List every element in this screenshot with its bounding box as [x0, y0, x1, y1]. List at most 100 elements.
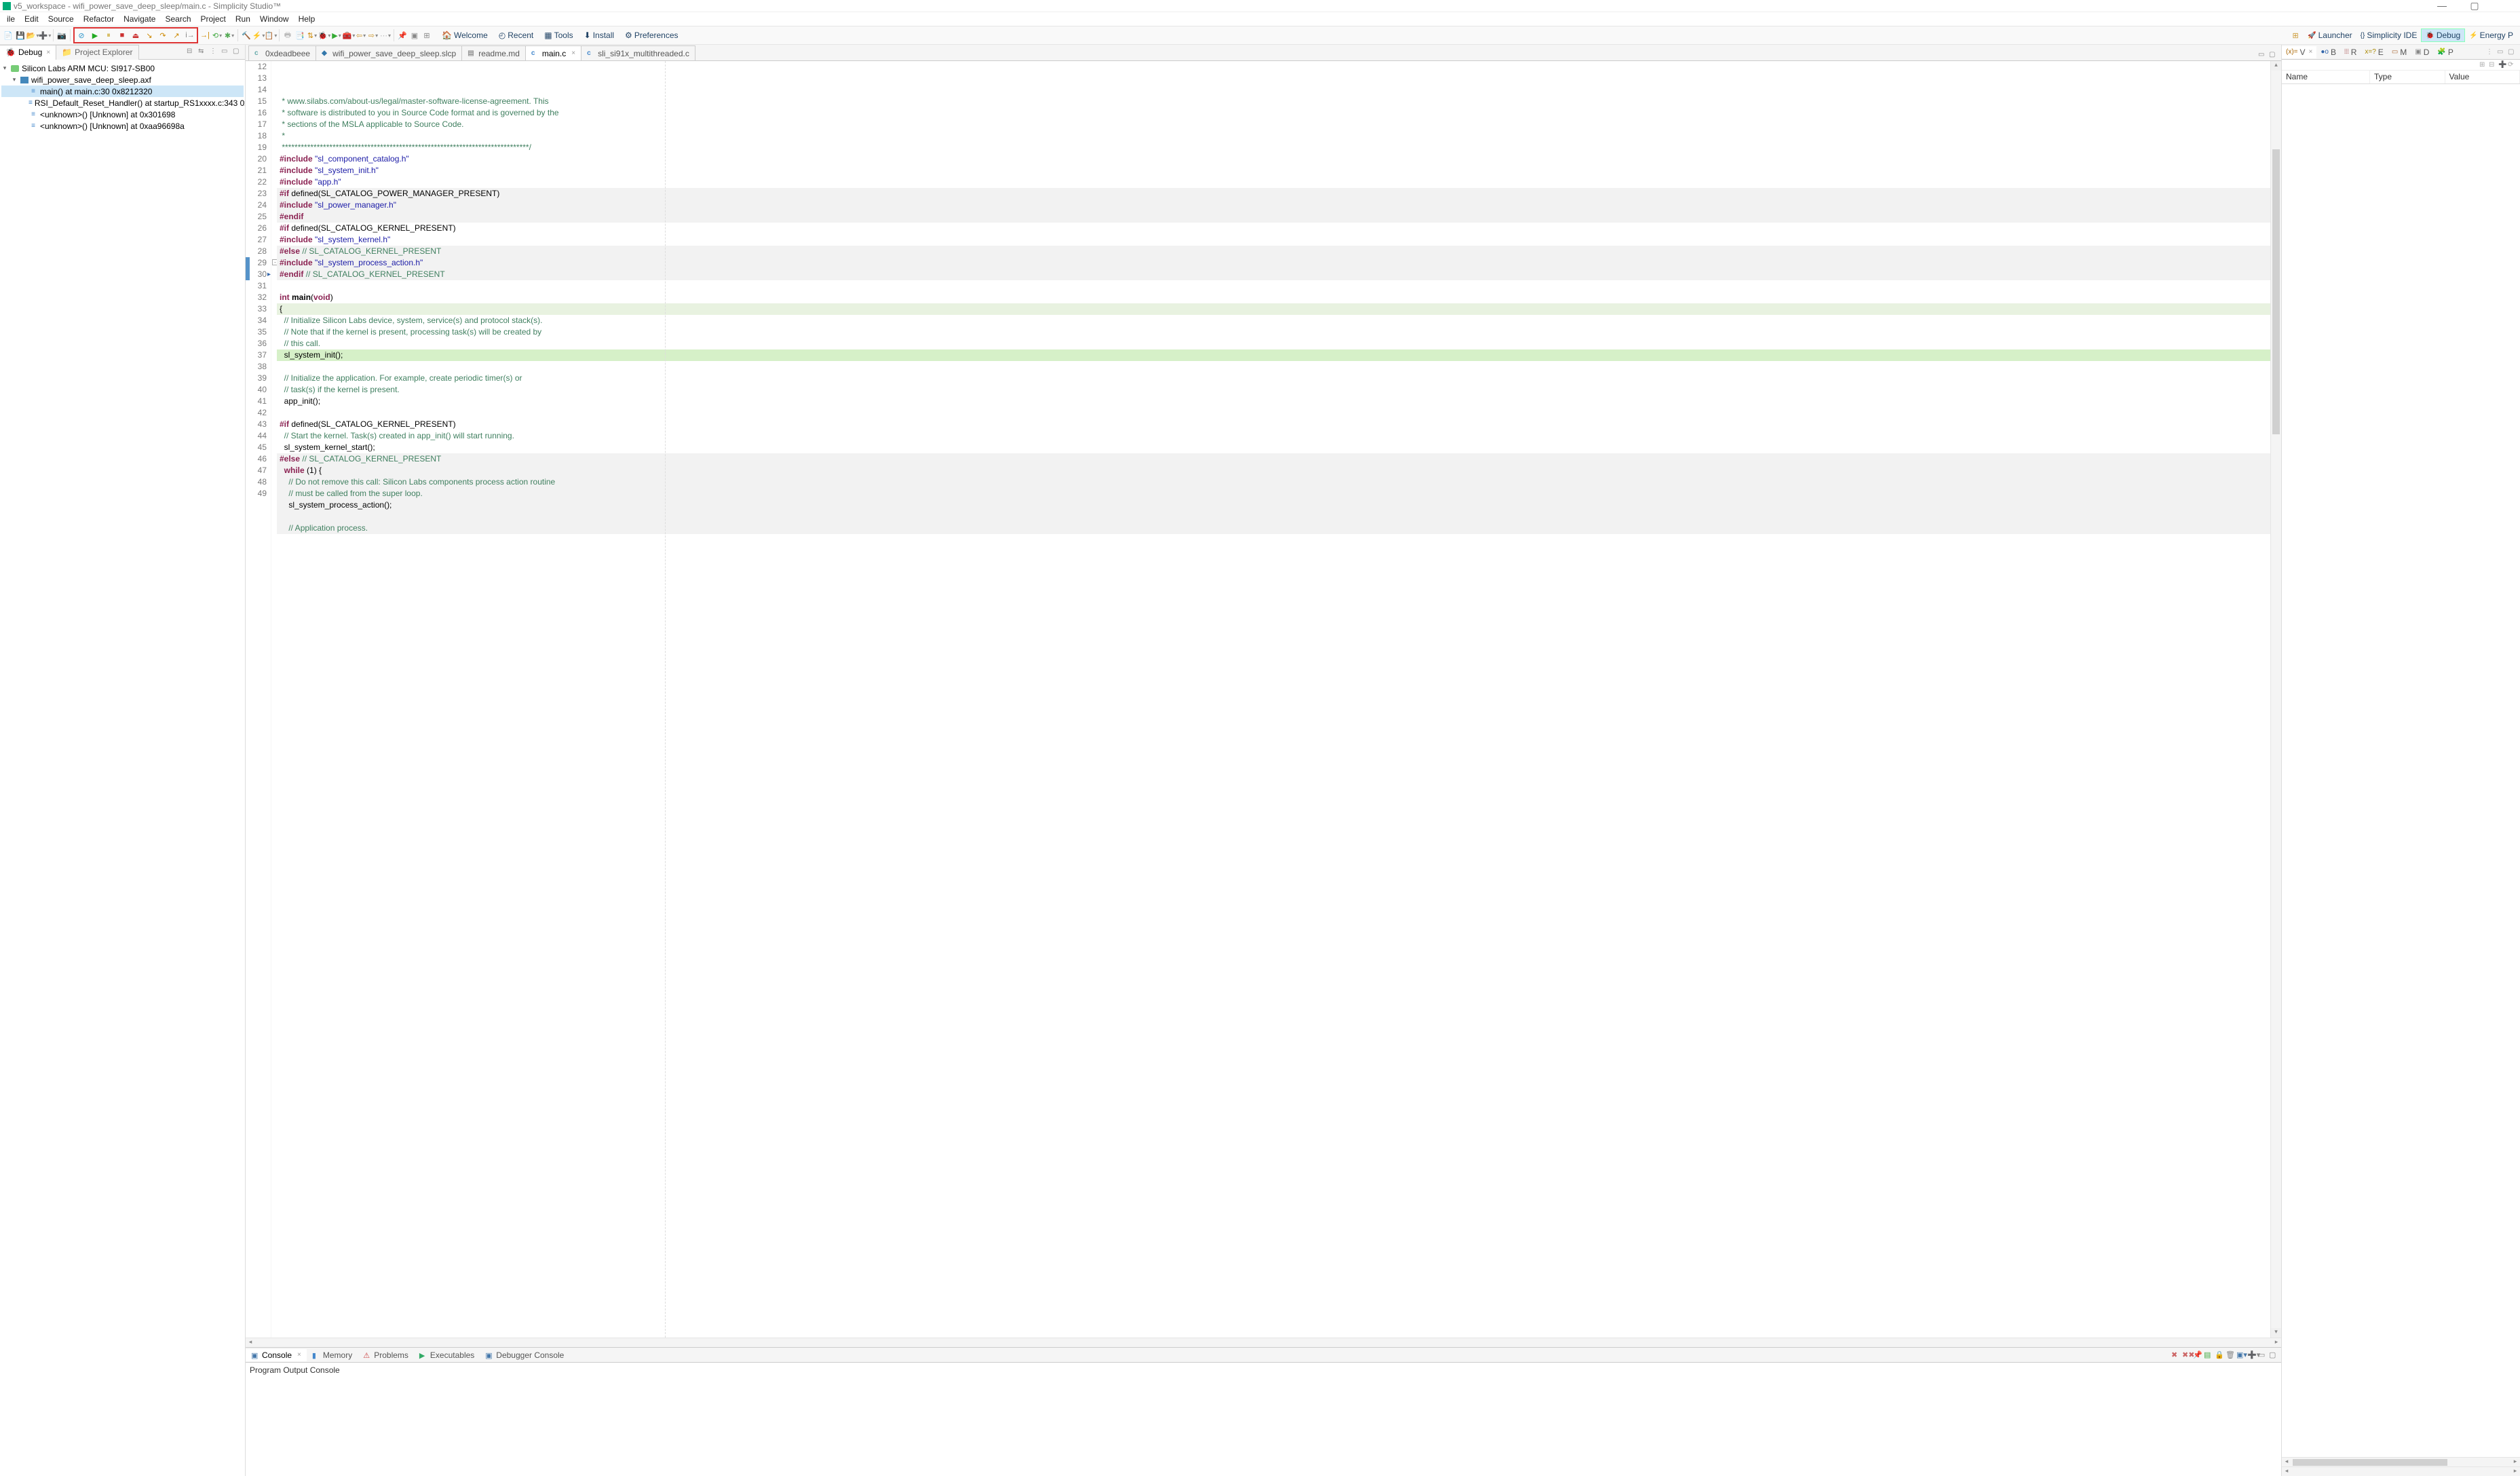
- code-line-31[interactable]: // Initialize Silicon Labs device, syste…: [277, 315, 2270, 326]
- editor-tab-wifi-power-save-deep-sleep-slcp[interactable]: ◆wifi_power_save_deep_sleep.slcp: [316, 45, 462, 60]
- code-line-35[interactable]: [277, 361, 2270, 373]
- quicklink-welcome[interactable]: 🏠Welcome: [438, 29, 492, 41]
- code-line-28[interactable]: [277, 280, 2270, 292]
- target-label[interactable]: Silicon Labs ARM MCU: SI917-SB00: [22, 64, 155, 73]
- clear-icon[interactable]: 🗑: [2226, 1350, 2235, 1360]
- scroll-down-icon[interactable]: ▾: [2271, 1328, 2281, 1338]
- last-edit-dropdown[interactable]: ⋯: [380, 30, 391, 41]
- right-tab-b[interactable]: ●oB: [2316, 46, 2340, 58]
- code-line-45[interactable]: // Do not remove this call: Silicon Labs…: [277, 476, 2270, 488]
- new-icon[interactable]: 📄: [3, 30, 14, 41]
- code-line-38[interactable]: app_init();: [277, 396, 2270, 407]
- expand-icon[interactable]: ▾: [1, 64, 8, 72]
- code-line-19[interactable]: #include "app.h": [277, 176, 2270, 188]
- menu-ile[interactable]: ile: [3, 13, 19, 25]
- remove-all-icon[interactable]: ✖✖: [2182, 1350, 2192, 1360]
- menu-refactor[interactable]: Refactor: [79, 13, 118, 25]
- scroll-right-icon[interactable]: ▸: [2511, 1467, 2520, 1476]
- scrollbar-thumb[interactable]: [2272, 149, 2280, 434]
- debug-dropdown[interactable]: 🐞: [319, 30, 330, 41]
- build-icon[interactable]: 🔨: [241, 30, 252, 41]
- open-perspective-icon[interactable]: ⊞: [2290, 30, 2301, 41]
- disconnect-icon[interactable]: ⏏: [130, 30, 141, 41]
- minimize-bottom-icon[interactable]: ▭: [2258, 1350, 2268, 1360]
- code-line-37[interactable]: // task(s) if the kernel is present.: [277, 384, 2270, 396]
- collapse-icon[interactable]: ⊟: [187, 48, 196, 57]
- code-line-39[interactable]: [277, 407, 2270, 419]
- expand-icon[interactable]: ▾: [11, 76, 18, 83]
- camera-icon[interactable]: 📷: [56, 30, 67, 41]
- horizontal-scrollbar[interactable]: ◂ ▸: [246, 1338, 2281, 1347]
- scroll-lock-icon[interactable]: 🔒: [2215, 1350, 2224, 1360]
- profile-dropdown[interactable]: ✱: [224, 30, 235, 41]
- step-over-icon[interactable]: ↷: [157, 30, 168, 41]
- minimize-editor-icon[interactable]: ▭: [2258, 51, 2268, 60]
- scroll-up-icon[interactable]: ▴: [2271, 61, 2281, 71]
- bottom-tab-executables[interactable]: ▶Executables: [414, 1349, 480, 1361]
- perspective-launcher[interactable]: 🚀Launcher: [2304, 29, 2356, 42]
- open-console-dropdown[interactable]: ▣▾: [2236, 1350, 2246, 1360]
- scroll-right-icon[interactable]: ▸: [2272, 1338, 2281, 1347]
- step-into-icon[interactable]: ↘: [144, 30, 155, 41]
- nav-dropdown[interactable]: ⇅: [307, 30, 318, 41]
- code-line-32[interactable]: // Note that if the kernel is present, p…: [277, 326, 2270, 338]
- editor-tab-main-c[interactable]: cmain.c×: [525, 45, 581, 60]
- config-dropdown[interactable]: 📋: [265, 30, 276, 41]
- code-line-23[interactable]: #if defined(SL_CATALOG_KERNEL_PRESENT): [277, 223, 2270, 234]
- step-return-icon[interactable]: ↗: [171, 30, 182, 41]
- terminate-icon[interactable]: ■: [117, 30, 128, 41]
- perspective-debug[interactable]: 🐞Debug: [2421, 29, 2465, 42]
- right-tab-m[interactable]: ▭M: [2388, 46, 2411, 58]
- maximize-editor-icon[interactable]: ▢: [2269, 51, 2278, 60]
- resume-icon[interactable]: ▶: [90, 30, 100, 41]
- code-line-42[interactable]: sl_system_kernel_start();: [277, 442, 2270, 453]
- right-tab-v[interactable]: (x)=V×: [2282, 46, 2316, 58]
- debug-stack-tree[interactable]: ▾Silicon Labs ARM MCU: SI917-SB00 ▾wifi_…: [0, 60, 245, 134]
- code-line-34[interactable]: sl_system_init();: [277, 349, 2270, 361]
- code-line-41[interactable]: // Start the kernel. Task(s) created in …: [277, 430, 2270, 442]
- back-nav[interactable]: ⇦: [356, 30, 366, 41]
- code-line-43[interactable]: #else // SL_CATALOG_KERNEL_PRESENT: [277, 453, 2270, 465]
- editor-tab-0xdeadbeee[interactable]: c0xdeadbeee: [248, 45, 316, 60]
- stack-frame-1[interactable]: RSI_Default_Reset_Handler() at startup_R…: [35, 98, 245, 108]
- suspend-icon[interactable]: ⏸: [103, 30, 114, 41]
- menu-edit[interactable]: Edit: [20, 13, 43, 25]
- add-icon[interactable]: ➕: [2498, 61, 2508, 69]
- scroll-left-icon[interactable]: ◂: [2282, 1467, 2291, 1476]
- run-to-line-icon[interactable]: →|: [199, 30, 210, 41]
- skip-breakpoints-icon[interactable]: ⊘: [76, 30, 87, 41]
- code-line-15[interactable]: *: [277, 130, 2270, 142]
- maximize-view-icon[interactable]: ▢: [233, 48, 242, 57]
- close-icon[interactable]: ×: [571, 50, 575, 57]
- stack-frame-2[interactable]: <unknown>() [Unknown] at 0x301698: [40, 110, 175, 119]
- minimize-view-icon[interactable]: ▭: [221, 48, 231, 57]
- tree-icon[interactable]: ⊞: [2479, 61, 2489, 69]
- stack-frame-0[interactable]: main() at main.c:30 0x8212320: [40, 87, 152, 96]
- editor-tab-sli-si91x-multithreaded-c[interactable]: csli_si91x_multithreaded.c: [581, 45, 695, 60]
- perspective-simplicity-ide[interactable]: {}Simplicity IDE: [2356, 29, 2422, 42]
- code-editor[interactable]: 1213141516171819202122232425262728293031…: [246, 61, 2281, 1338]
- variables-detail-hscroll[interactable]: ◂ ▸: [2282, 1466, 2520, 1476]
- flash-dropdown[interactable]: ⚡: [253, 30, 264, 41]
- quicklink-preferences[interactable]: ⚙Preferences: [621, 29, 682, 41]
- bottom-tab-console[interactable]: ▣Console×: [246, 1349, 307, 1361]
- code-line-20[interactable]: #if defined(SL_CATALOG_POWER_MANAGER_PRE…: [277, 188, 2270, 200]
- code-line-33[interactable]: // this call.: [277, 338, 2270, 349]
- project-explorer-tab[interactable]: 📁 Project Explorer: [56, 45, 138, 60]
- quicklink-install[interactable]: ⬇Install: [580, 29, 618, 41]
- quicklink-tools[interactable]: ▦Tools: [540, 29, 577, 41]
- console-output[interactable]: Program Output Console: [246, 1363, 2281, 1476]
- code-line-24[interactable]: #include "sl_system_kernel.h": [277, 234, 2270, 246]
- maximize-bottom-icon[interactable]: ▢: [2269, 1350, 2278, 1360]
- code-line-26[interactable]: #include "sl_system_process_action.h": [277, 257, 2270, 269]
- variables-body[interactable]: [2282, 84, 2520, 1457]
- col-type[interactable]: Type: [2370, 71, 2445, 83]
- menu-search[interactable]: Search: [161, 13, 195, 25]
- close-window-button[interactable]: [2497, 0, 2517, 12]
- code-line-17[interactable]: #include "sl_component_catalog.h": [277, 153, 2270, 165]
- print-icon[interactable]: 🖶: [282, 30, 293, 41]
- view-menu-icon[interactable]: ⋮: [2486, 48, 2496, 58]
- remove-icon[interactable]: ✖: [2171, 1350, 2181, 1360]
- fwd-nav[interactable]: ⇨: [368, 30, 379, 41]
- bottom-tab-problems[interactable]: ⚠Problems: [358, 1349, 414, 1361]
